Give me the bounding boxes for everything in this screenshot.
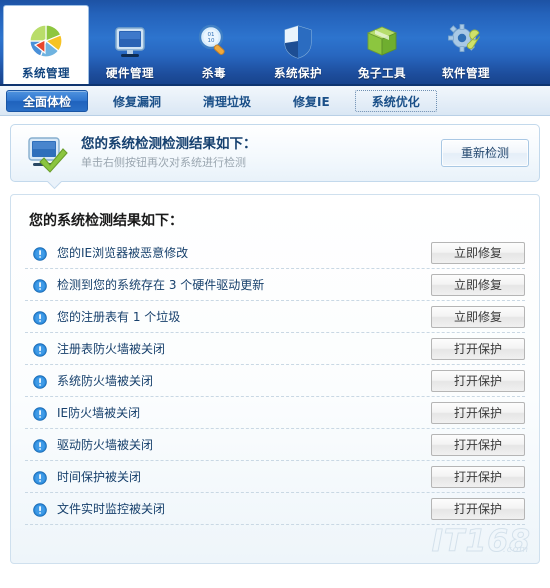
warning-info-icon xyxy=(33,438,47,453)
tab-fix-ie[interactable]: 修复IE xyxy=(276,90,347,112)
monitor-icon xyxy=(108,21,152,63)
enable-protection-button[interactable]: 打开保护 xyxy=(431,401,525,424)
table-row: 您的注册表有 1 个垃圾 立即修复 xyxy=(25,301,525,333)
result-text: 时间保护被关闭 xyxy=(57,470,142,484)
toolbar-item-label: 系统管理 xyxy=(22,66,70,80)
tab-bar: 全面体检 修复漏洞 清理垃圾 修复IE 系统优化 xyxy=(0,86,550,116)
toolbar-item-label: 兔子工具 xyxy=(358,66,406,80)
magnifier-icon: 01 10 xyxy=(192,21,236,63)
result-text: 文件实时监控被关闭 xyxy=(57,502,166,516)
table-row: 检测到您的系统存在 3 个硬件驱动更新 立即修复 xyxy=(25,269,525,301)
result-text: 您的IE浏览器被恶意修改 xyxy=(57,246,189,260)
result-text: 您的注册表有 1 个垃圾 xyxy=(57,310,181,324)
fix-now-button[interactable]: 立即修复 xyxy=(431,305,525,328)
toolbar-item-label: 硬件管理 xyxy=(106,66,154,80)
table-row: 您的IE浏览器被恶意修改 立即修复 xyxy=(25,237,525,269)
scan-status-subtitle: 单击右侧按钮再次对系统进行检测 xyxy=(81,156,246,169)
table-row: 驱动防火墙被关闭 打开保护 xyxy=(25,429,525,461)
table-row: 注册表防火墙被关闭 打开保护 xyxy=(25,333,525,365)
watermark-suffix: .com xyxy=(502,545,529,555)
content-area: 您的系统检测检测结果如下： 单击右侧按钮再次对系统进行检测 重新检测 您的系统检… xyxy=(0,116,550,564)
table-row: IE防火墙被关闭 打开保护 xyxy=(25,397,525,429)
table-row: 时间保护被关闭 打开保护 xyxy=(25,461,525,493)
result-text: 驱动防火墙被关闭 xyxy=(57,438,154,452)
toolbar-item-label: 系统保护 xyxy=(274,66,322,80)
application-window: 系统管理 硬件管理 01 10 杀毒 系统保护 兔子工具 软件管理 全面体检 修… xyxy=(0,0,550,588)
result-text: 注册表防火墙被关闭 xyxy=(57,342,166,356)
toolbar-item-label: 软件管理 xyxy=(442,66,490,80)
warning-info-icon xyxy=(33,310,47,325)
enable-protection-button[interactable]: 打开保护 xyxy=(431,497,525,520)
warning-info-icon xyxy=(33,374,47,389)
shield-icon xyxy=(276,21,320,63)
enable-protection-button[interactable]: 打开保护 xyxy=(431,337,525,360)
table-row: 系统防火墙被关闭 打开保护 xyxy=(25,365,525,397)
result-text: 系统防火墙被关闭 xyxy=(57,374,154,388)
pie-chart-icon xyxy=(24,21,68,63)
warning-info-icon xyxy=(33,502,47,517)
gear-wrench-icon xyxy=(444,21,488,63)
results-panel: 您的系统检测结果如下： 您的IE浏览器被恶意修改 立即修复 检测到您的系统存在 … xyxy=(10,194,540,564)
warning-info-icon xyxy=(33,406,47,421)
warning-info-icon xyxy=(33,342,47,357)
warning-info-icon xyxy=(33,278,47,293)
toolbar-item-hardware-manage[interactable]: 硬件管理 xyxy=(88,6,172,84)
tab-full-checkup[interactable]: 全面体检 xyxy=(6,89,89,112)
rescan-button[interactable]: 重新检测 xyxy=(441,139,529,167)
fix-now-button[interactable]: 立即修复 xyxy=(431,241,525,264)
watermark-text: IT168 xyxy=(431,524,531,559)
scan-status-title: 您的系统检测检测结果如下： xyxy=(81,136,257,152)
result-text: 检测到您的系统存在 3 个硬件驱动更新 xyxy=(57,278,265,292)
toolbar-item-label: 杀毒 xyxy=(202,66,226,80)
svg-text:10: 10 xyxy=(208,38,215,44)
table-row: 文件实时监控被关闭 打开保护 xyxy=(25,493,525,525)
toolbar-item-software-manage[interactable]: 软件管理 xyxy=(424,6,508,84)
toolbar-item-system-manage[interactable]: 系统管理 xyxy=(4,6,88,84)
enable-protection-button[interactable]: 打开保护 xyxy=(431,369,525,392)
enable-protection-button[interactable]: 打开保护 xyxy=(431,465,525,488)
tab-fix-vulnerabilities[interactable]: 修复漏洞 xyxy=(96,90,178,112)
warning-info-icon xyxy=(33,470,47,485)
warning-info-icon xyxy=(33,246,47,261)
toolbar-item-antivirus[interactable]: 01 10 杀毒 xyxy=(172,6,256,84)
green-box-icon xyxy=(360,21,404,63)
result-text: IE防火墙被关闭 xyxy=(57,406,141,420)
results-title: 您的系统检测结果如下： xyxy=(29,213,183,229)
bubble-tail xyxy=(45,181,63,190)
tab-system-optimize[interactable]: 系统优化 xyxy=(354,89,437,112)
toolbar-item-rabbit-tools[interactable]: 兔子工具 xyxy=(340,6,424,84)
watermark: IT168 .com xyxy=(431,524,531,559)
toolbar-item-system-protect[interactable]: 系统保护 xyxy=(256,6,340,84)
fix-now-button[interactable]: 立即修复 xyxy=(431,273,525,296)
tab-clean-junk[interactable]: 清理垃圾 xyxy=(186,90,268,112)
enable-protection-button[interactable]: 打开保护 xyxy=(431,433,525,456)
monitor-check-icon xyxy=(23,132,71,174)
main-toolbar: 系统管理 硬件管理 01 10 杀毒 系统保护 兔子工具 软件管理 xyxy=(0,0,550,86)
scan-status-panel: 您的系统检测检测结果如下： 单击右侧按钮再次对系统进行检测 重新检测 xyxy=(10,124,540,190)
scan-status-texts: 您的系统检测检测结果如下： 单击右侧按钮再次对系统进行检测 xyxy=(81,135,441,171)
